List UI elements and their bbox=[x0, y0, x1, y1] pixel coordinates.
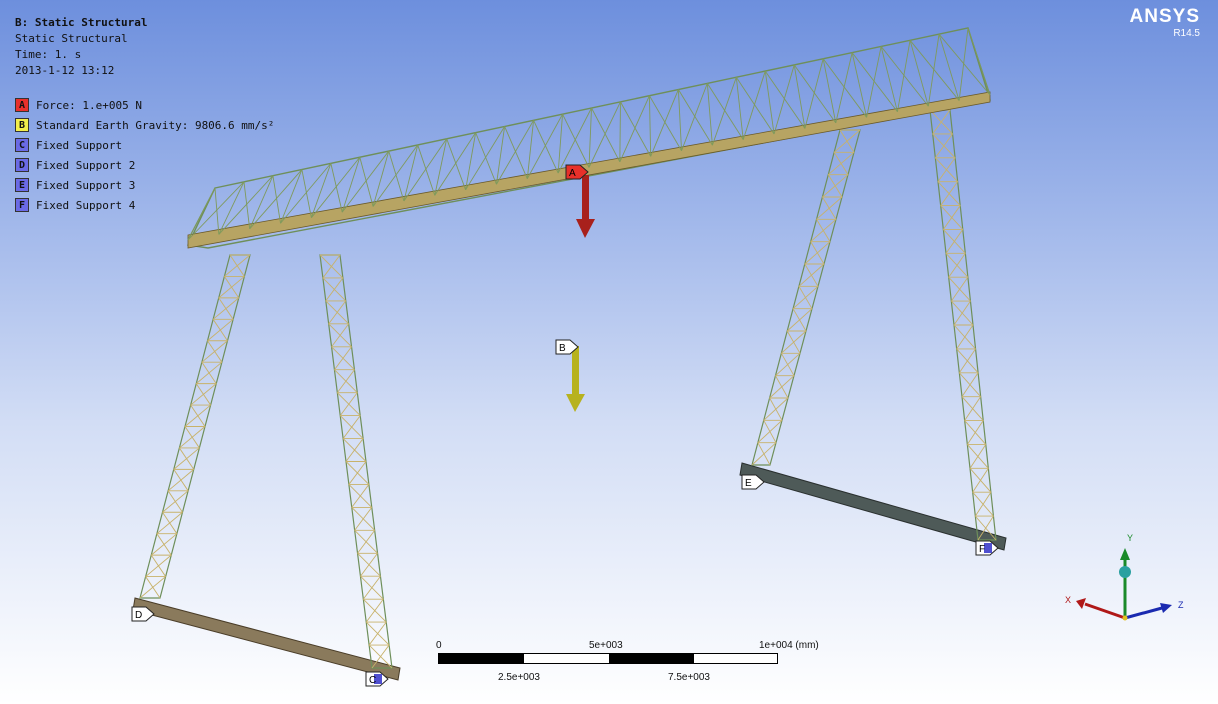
legend-label: Force: 1.e+005 N bbox=[36, 98, 142, 112]
marker-c-label: C bbox=[369, 675, 376, 686]
scale-label-1e4: 1e+004 (mm) bbox=[759, 640, 819, 651]
legend-label: Fixed Support 2 bbox=[36, 158, 136, 172]
legend-item[interactable]: F Fixed Support 4 bbox=[15, 195, 274, 215]
legend-swatch: E bbox=[15, 178, 29, 192]
legend-item[interactable]: E Fixed Support 3 bbox=[15, 175, 274, 195]
boundary-condition-legend: A Force: 1.e+005 N B Standard Earth Gravit… bbox=[15, 95, 274, 215]
scale-bar-graphic bbox=[438, 653, 778, 664]
analysis-time: Time: 1. s bbox=[15, 48, 82, 61]
left-leg-truss bbox=[139, 254, 393, 669]
legend-item[interactable]: D Fixed Support 2 bbox=[15, 155, 274, 175]
analysis-title: B: Static Structural bbox=[15, 16, 148, 29]
legend-item[interactable]: A Force: 1.e+005 N bbox=[15, 95, 274, 115]
marker-d-label: D bbox=[135, 610, 142, 621]
base-beam-right bbox=[739, 462, 1007, 551]
scale-label-5e3: 5e+003 bbox=[589, 640, 623, 651]
scale-label-7.5e3: 7.5e+003 bbox=[668, 672, 710, 683]
legend-label: Fixed Support 4 bbox=[36, 198, 136, 212]
brand-version: R14.5 bbox=[1173, 28, 1200, 39]
analysis-info: B: Static Structural Static Structural T… bbox=[15, 15, 147, 79]
axis-triad[interactable]: Y X Z bbox=[1065, 533, 1184, 621]
legend-swatch: C bbox=[15, 138, 29, 152]
legend-swatch: D bbox=[15, 158, 29, 172]
right-leg-truss bbox=[751, 109, 997, 541]
legend-item[interactable]: C Fixed Support bbox=[15, 135, 274, 155]
force-arrow bbox=[576, 175, 595, 238]
triad-z-label: Z bbox=[1178, 600, 1184, 610]
gravity-arrow bbox=[566, 346, 585, 412]
legend-label: Fixed Support bbox=[36, 138, 123, 152]
marker-f-label: F bbox=[979, 544, 985, 555]
ansys-logo: ANSYS R14.5 bbox=[1130, 6, 1200, 39]
triad-y-label: Y bbox=[1127, 533, 1133, 543]
legend-swatch: F bbox=[15, 198, 29, 212]
scale-label-2.5e3: 2.5e+003 bbox=[498, 672, 540, 683]
base-beam-left bbox=[132, 597, 401, 681]
legend-swatch: B bbox=[15, 118, 29, 132]
marker-a-label: A bbox=[569, 168, 576, 179]
marker-b-label: B bbox=[559, 343, 566, 354]
scale-bar: 0 5e+003 1e+004 (mm) 2.5e+003 7.5e+003 bbox=[436, 640, 826, 690]
legend-swatch: A bbox=[15, 98, 29, 112]
scale-label-0: 0 bbox=[436, 640, 442, 651]
legend-item[interactable]: B Standard Earth Gravity: 9806.6 mm/s² bbox=[15, 115, 274, 135]
legend-label: Standard Earth Gravity: 9806.6 mm/s² bbox=[36, 118, 275, 132]
legend-label: Fixed Support 3 bbox=[36, 178, 136, 192]
brand-name: ANSYS bbox=[1129, 6, 1200, 27]
analysis-type: Static Structural bbox=[15, 32, 128, 45]
marker-e-label: E bbox=[745, 478, 752, 489]
triad-x-label: X bbox=[1065, 595, 1071, 605]
analysis-date: 2013-1-12 13:12 bbox=[15, 64, 115, 77]
